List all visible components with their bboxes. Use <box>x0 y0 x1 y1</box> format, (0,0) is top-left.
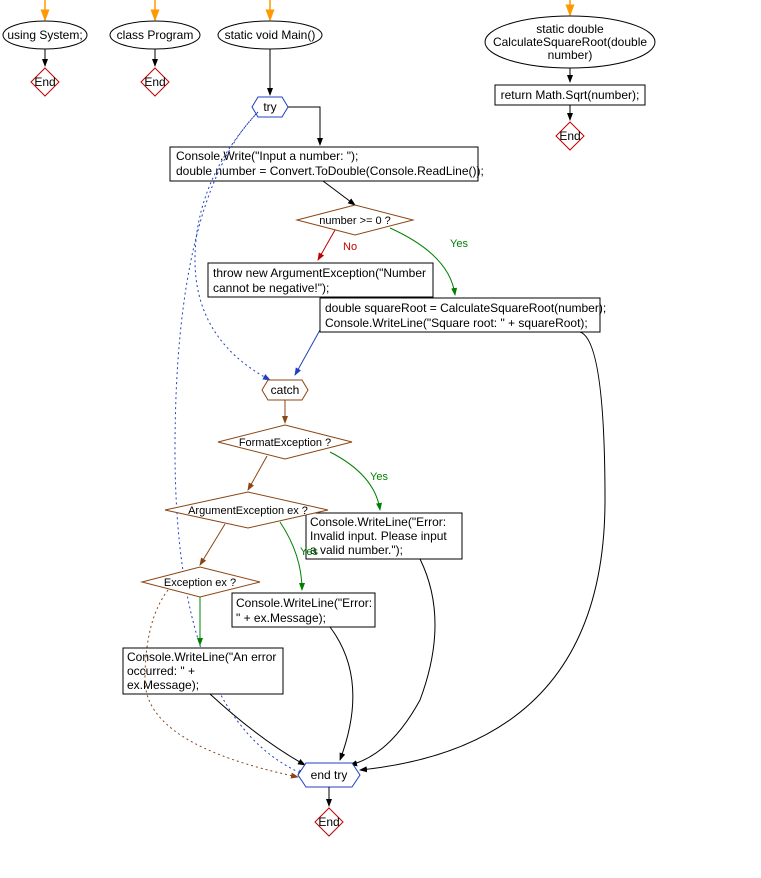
cond-number-label: number >= 0 ? <box>319 215 391 227</box>
err-argex-l1: Console.WriteLine("Error: <box>236 596 372 610</box>
err-format-l3: a valid number."); <box>310 543 403 557</box>
sqrt-l1: double squareRoot = CalculateSquareRoot(… <box>325 301 606 315</box>
sqrt-l2: Console.WriteLine("Square root: " + squa… <box>325 316 588 330</box>
col-class-program: class Program End <box>110 0 200 96</box>
end-node-4: End <box>556 122 584 150</box>
no-label-1: No <box>343 241 357 253</box>
err-format-l2: Invalid input. Please input <box>310 529 447 543</box>
end-label-2: End <box>144 75 165 89</box>
end-label-4: End <box>559 129 580 143</box>
main-label: static void Main() <box>225 28 316 42</box>
end-label-1: End <box>34 75 55 89</box>
err-ex-l1: Console.WriteLine("An error <box>127 650 276 664</box>
end-node-1: End <box>31 68 59 96</box>
end-node-3: End <box>315 808 343 836</box>
err-format-l1: Console.WriteLine("Error: <box>310 515 446 529</box>
return-sqrt-label: return Math.Sqrt(number); <box>501 88 640 102</box>
try-node: try <box>252 97 288 117</box>
yes-label-1: Yes <box>450 238 468 250</box>
try-label: try <box>263 100 276 114</box>
calc-sqrt-l1: static double <box>536 22 604 36</box>
yes-label-2: Yes <box>370 471 388 483</box>
end-try-label: end try <box>311 768 348 782</box>
throw-l2: cannot be negative!"); <box>213 281 329 295</box>
using-system-label: using System; <box>7 28 82 42</box>
calc-sqrt-l3: number) <box>548 48 593 62</box>
cond-argex: ArgumentException ex ? <box>165 492 328 528</box>
end-try-node: end try <box>298 763 360 787</box>
col-using-system: using System; End <box>3 0 87 96</box>
cond-argex-label: ArgumentException ex ? <box>188 505 308 517</box>
catch-label: catch <box>271 383 300 397</box>
catch-node: catch <box>262 380 308 400</box>
calc-sqrt-l2: CalculateSquareRoot(double <box>493 35 647 49</box>
col-calc-sqrt: static double CalculateSquareRoot(double… <box>485 0 655 150</box>
end-node-2: End <box>141 68 169 96</box>
err-ex-l2: occurred: " + <box>127 664 195 678</box>
input-l2: double number = Convert.ToDouble(Console… <box>176 164 484 178</box>
class-program-label: class Program <box>117 28 194 42</box>
yes-label-3: Yes <box>300 546 318 558</box>
throw-l1: throw new ArgumentException("Number <box>213 266 426 280</box>
cond-format-label: FormatException ? <box>239 437 331 449</box>
input-l1: Console.Write("Input a number: "); <box>176 149 358 163</box>
err-ex-l3: ex.Message); <box>127 678 199 692</box>
end-label-3: End <box>318 815 339 829</box>
err-argex-l2: " + ex.Message); <box>236 611 326 625</box>
flowchart-canvas: using System; End class Program End stat… <box>0 0 761 878</box>
cond-format: FormatException ? <box>218 425 352 459</box>
col-main: static void Main() try Console.Write("In… <box>123 0 606 836</box>
cond-ex-label: Exception ex ? <box>164 577 236 589</box>
